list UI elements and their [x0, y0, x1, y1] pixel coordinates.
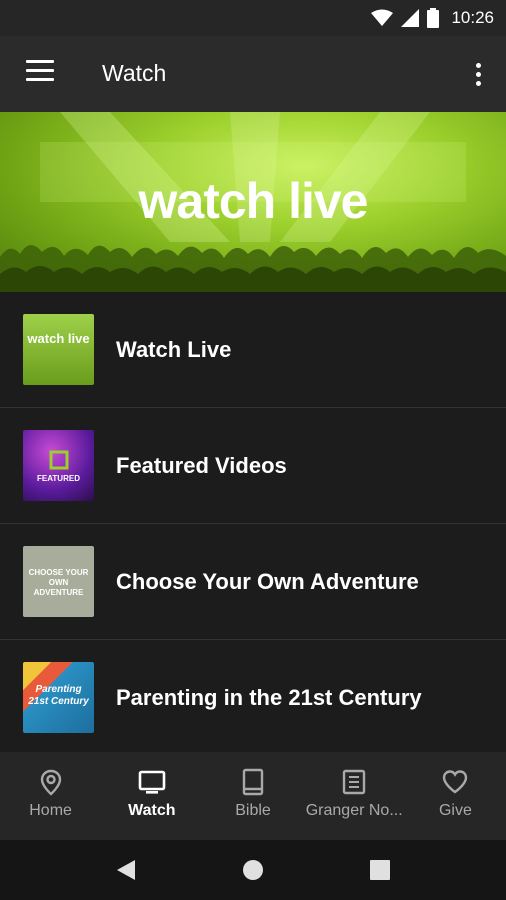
status-time: 10:26: [451, 8, 494, 27]
nav-label: Bible: [235, 802, 271, 819]
thumbnail-text: watch live: [27, 331, 90, 346]
recents-square-icon[interactable]: [364, 854, 396, 886]
book-icon: [242, 768, 264, 796]
parenting-thumbnail: Parenting 21st Century: [23, 662, 94, 733]
system-nav-bar: [0, 840, 506, 900]
notes-icon: [343, 769, 366, 795]
list-item-featured-videos[interactable]: FEATURED Featured Videos: [0, 408, 506, 524]
list-item-choose-your-own-adventure[interactable]: CHOOSE YOUR OWN ADVENTURE Choose Your Ow…: [0, 524, 506, 640]
thumbnail-text: CHOOSE YOUR OWN ADVENTURE: [28, 568, 89, 597]
menu-icon[interactable]: [22, 60, 58, 88]
tv-icon: [138, 770, 166, 794]
battery-icon: [427, 8, 440, 28]
nav-item-home[interactable]: Home: [0, 752, 101, 840]
nav-item-watch[interactable]: Watch: [101, 752, 202, 840]
list-item-label: Choose Your Own Adventure: [116, 569, 419, 594]
hero-banner[interactable]: watch live: [0, 112, 506, 292]
nav-item-granger-notes[interactable]: Granger No...: [304, 752, 405, 840]
thumbnail-text: Parenting 21st Century: [28, 684, 89, 707]
watch-live-thumbnail: watch live: [23, 314, 94, 385]
thumbnail-text: FEATURED: [37, 474, 80, 483]
video-list: watch live Watch Live FEATURED Featured …: [0, 292, 506, 756]
back-icon[interactable]: [110, 854, 142, 886]
list-item-label: Watch Live: [116, 337, 232, 362]
status-icons: 10:26: [371, 0, 494, 36]
location-pin-icon: [40, 769, 61, 796]
page-title: Watch: [102, 60, 167, 86]
list-item-watch-live[interactable]: watch live Watch Live: [0, 292, 506, 408]
list-item-label: Featured Videos: [116, 453, 287, 478]
nav-item-bible[interactable]: Bible: [202, 752, 303, 840]
featured-logo-icon: [49, 450, 69, 470]
list-item-label: Parenting in the 21st Century: [116, 685, 422, 710]
nav-label: Give: [438, 802, 472, 819]
overflow-menu-icon[interactable]: [468, 60, 488, 88]
nav-label: Watch: [128, 802, 176, 819]
app-bar: Watch: [0, 36, 506, 112]
list-item-parenting[interactable]: Parenting 21st Century Parenting in the …: [0, 640, 506, 756]
heart-icon: [443, 770, 468, 794]
featured-videos-thumbnail: FEATURED: [23, 430, 94, 501]
nav-label: Home: [29, 802, 72, 819]
home-circle-icon[interactable]: [237, 854, 269, 886]
hero-title: watch live: [138, 173, 369, 229]
signal-icon: [401, 9, 420, 27]
wifi-icon: [371, 9, 394, 26]
adventure-thumbnail: CHOOSE YOUR OWN ADVENTURE: [23, 546, 94, 617]
status-bar: 10:26: [0, 0, 506, 36]
nav-label: Granger No...: [305, 802, 403, 819]
bottom-nav: Home Watch Bible Granger No... Give: [0, 752, 506, 840]
nav-item-give[interactable]: Give: [405, 752, 506, 840]
